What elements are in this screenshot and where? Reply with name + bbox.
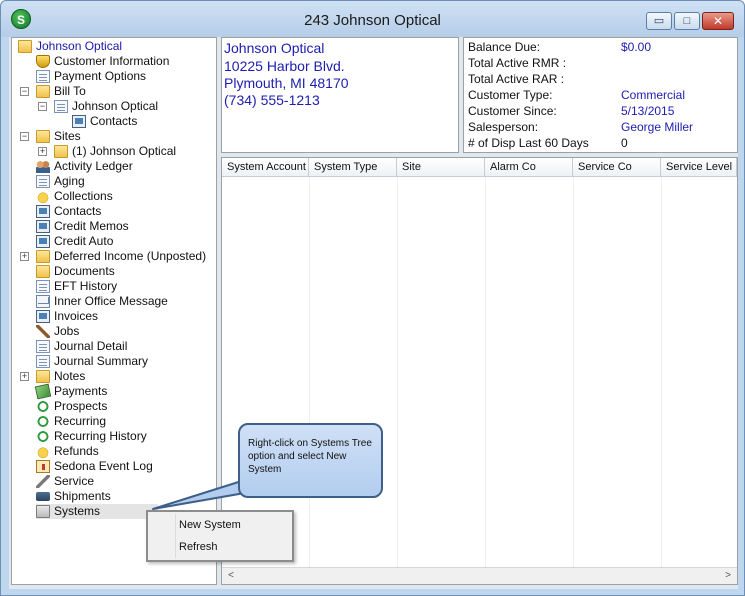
city-state-zip: Plymouth, MI 48170 <box>224 75 349 91</box>
menu-gutter <box>175 514 176 558</box>
balance-due-label: Balance Due: <box>468 40 541 54</box>
title-bar[interactable]: S 243 Johnson Optical ▭ □ ✕ <box>1 1 744 37</box>
dispatches-value: 0 <box>621 136 628 150</box>
close-button[interactable]: ✕ <box>702 12 734 30</box>
tool-icon <box>36 475 50 488</box>
grid-column-line <box>485 177 486 567</box>
people-icon <box>36 160 50 173</box>
menu-item-refresh[interactable]: Refresh <box>179 541 218 553</box>
navigation-tree[interactable]: Johnson Optical Customer Information Pay… <box>11 37 217 585</box>
hammer-icon <box>36 325 50 338</box>
screen-icon <box>36 235 50 248</box>
collapse-icon[interactable]: − <box>20 132 29 141</box>
salesperson-value: George Miller <box>621 120 694 134</box>
recurring-icon <box>36 415 50 428</box>
recurring-icon <box>36 400 50 413</box>
folder-icon <box>36 265 50 278</box>
systems-icon <box>36 505 50 518</box>
customer-since-label: Customer Since: <box>468 104 557 118</box>
column-alarm-co[interactable]: Alarm Co <box>485 158 573 177</box>
expand-icon[interactable]: + <box>20 372 29 381</box>
phone-number: (734) 555-1213 <box>224 92 320 108</box>
folder-icon <box>36 130 50 143</box>
folder-icon <box>18 40 32 53</box>
tree-item-systems[interactable]: Systems <box>36 504 158 519</box>
money-icon <box>34 383 52 400</box>
window-title: 243 Johnson Optical <box>304 12 441 29</box>
recurring-icon <box>36 430 50 443</box>
instruction-callout: Right-click on Systems Tree option and s… <box>238 423 383 498</box>
document-icon <box>36 70 50 83</box>
expand-icon[interactable]: + <box>20 252 29 261</box>
screen-icon <box>36 205 50 218</box>
shield-icon <box>36 55 50 68</box>
total-active-rmr-label: Total Active RMR : <box>468 56 567 70</box>
maximize-button[interactable]: □ <box>674 12 700 30</box>
total-active-rar-label: Total Active RAR : <box>468 72 565 86</box>
callout-text: Right-click on Systems Tree option and s… <box>248 438 372 475</box>
grid-column-line <box>397 177 398 567</box>
document-icon <box>36 280 50 293</box>
customer-since-value: 5/13/2015 <box>621 104 675 118</box>
balance-due-value: $0.00 <box>621 40 652 54</box>
account-summary-panel: Balance Due: $0.00 Total Active RMR : To… <box>463 37 738 153</box>
scroll-right-icon[interactable]: > <box>721 569 735 583</box>
screen-icon <box>36 220 50 233</box>
column-service-level[interactable]: Service Level <box>661 158 737 177</box>
address-panel: Johnson Optical 10225 Harbor Blvd. Plymo… <box>221 37 459 153</box>
expand-icon[interactable]: + <box>38 147 47 156</box>
customer-type-value: Commercial <box>621 88 686 102</box>
collapse-icon[interactable]: − <box>20 87 29 96</box>
document-icon <box>54 100 68 113</box>
scroll-left-icon[interactable]: < <box>224 569 238 583</box>
document-icon <box>36 355 50 368</box>
street-address: 10225 Harbor Blvd. <box>224 58 345 74</box>
grid-column-line <box>573 177 574 567</box>
folder-icon <box>36 250 50 263</box>
coins-icon <box>36 190 50 203</box>
minimize-icon: ▭ <box>653 15 665 27</box>
folder-icon <box>36 85 50 98</box>
minimize-button[interactable]: ▭ <box>646 12 672 30</box>
event-icon <box>36 460 50 473</box>
customer-name: Johnson Optical <box>224 40 325 56</box>
client-area: Johnson Optical Customer Information Pay… <box>9 37 738 589</box>
column-service-co[interactable]: Service Co <box>573 158 661 177</box>
grid-header: System Account System Type Site Alarm Co… <box>222 158 737 177</box>
systems-grid[interactable]: System Account System Type Site Alarm Co… <box>221 157 738 585</box>
document-icon <box>36 175 50 188</box>
grid-column-line <box>661 177 662 567</box>
truck-icon <box>36 492 50 501</box>
salesperson-label: Salesperson: <box>468 120 539 134</box>
column-site[interactable]: Site <box>397 158 485 177</box>
collapse-icon[interactable]: − <box>38 102 47 111</box>
column-system-account[interactable]: System Account <box>222 158 309 177</box>
dispatches-label: # of Disp Last 60 Days <box>468 136 589 150</box>
coins-icon <box>36 445 50 458</box>
tree-item-root[interactable]: Johnson Optical <box>18 39 208 54</box>
horizontal-scrollbar[interactable]: < > <box>222 567 737 584</box>
mail-icon <box>36 295 50 308</box>
maximize-icon: □ <box>683 15 691 27</box>
application-window: S 243 Johnson Optical ▭ □ ✕ Johnson Opti… <box>0 0 745 596</box>
context-menu[interactable]: New System Refresh <box>146 510 294 562</box>
document-icon <box>36 340 50 353</box>
screen-icon <box>36 310 50 323</box>
customer-type-label: Customer Type: <box>468 88 553 102</box>
close-icon: ✕ <box>712 14 724 28</box>
folder-icon <box>36 370 50 383</box>
screen-icon <box>72 115 86 128</box>
folder-icon <box>54 145 68 158</box>
grid-column-line <box>309 177 310 567</box>
column-system-type[interactable]: System Type <box>309 158 397 177</box>
menu-item-new-system[interactable]: New System <box>179 519 241 531</box>
